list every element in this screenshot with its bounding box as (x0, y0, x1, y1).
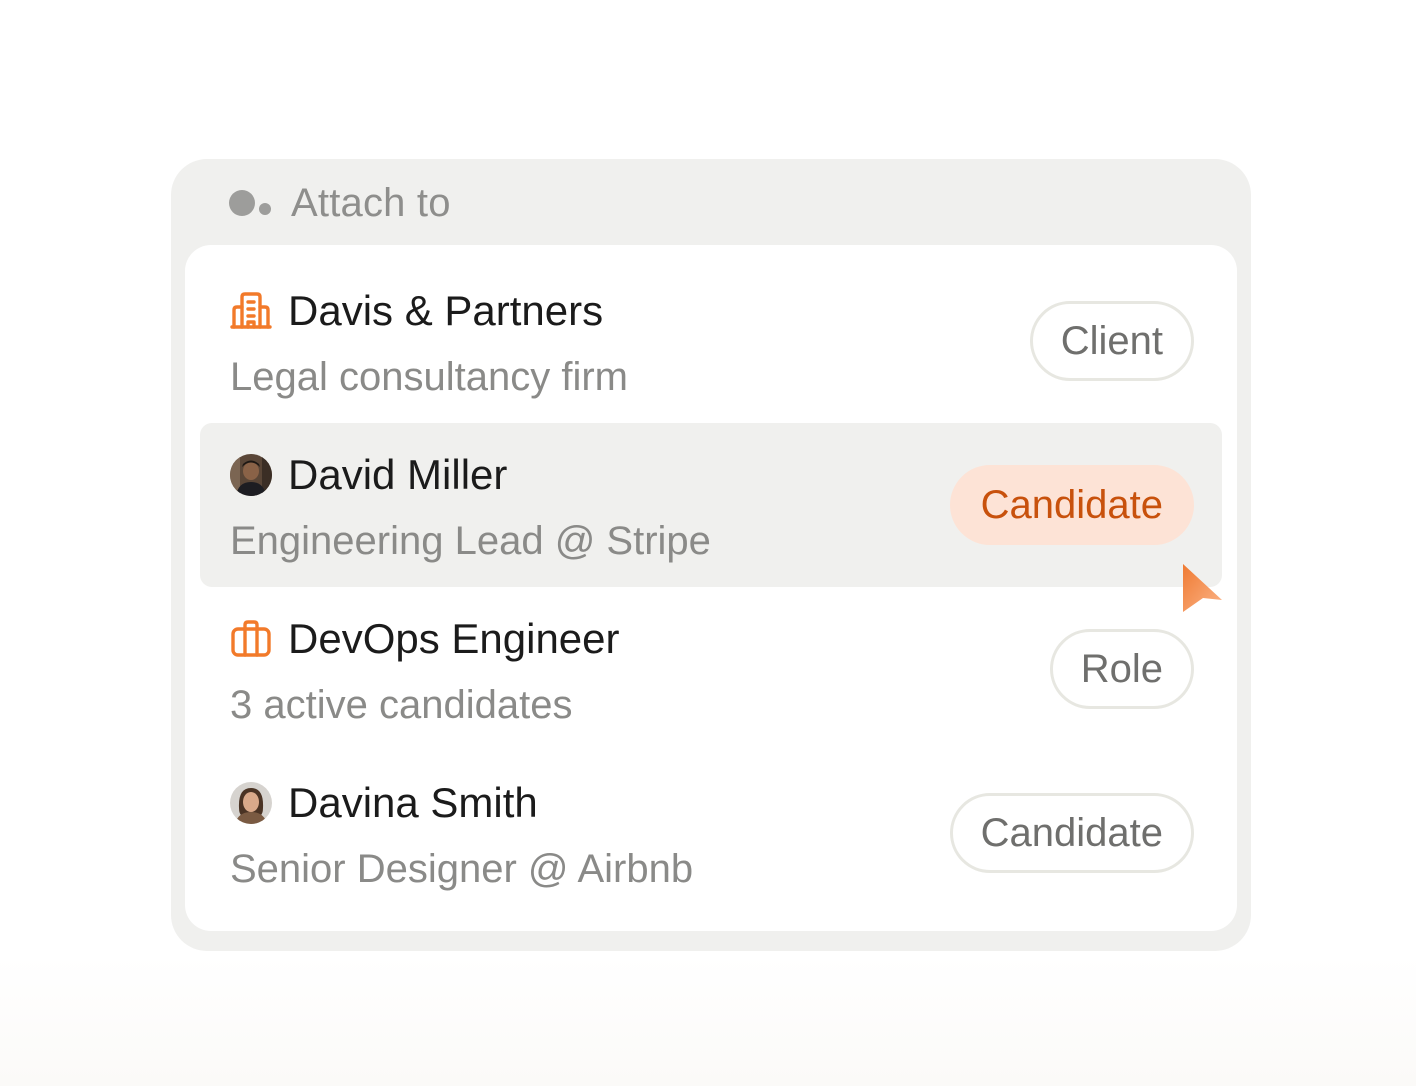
list-item-davina-smith[interactable]: Davina Smith Senior Designer @ Airbnb Ca… (200, 751, 1222, 915)
item-name: Davis & Partners (288, 287, 604, 334)
attach-list: Davis & Partners Legal consultancy firm … (185, 245, 1237, 931)
attach-to-panel: Attach to Davis & Partners Legal consult… (171, 159, 1251, 951)
panel-header: Attach to (229, 181, 451, 225)
list-item-david-miller[interactable]: David Miller Engineering Lead @ Stripe C… (200, 423, 1222, 587)
item-name: DevOps Engineer (288, 615, 620, 662)
item-subtitle: 3 active candidates (230, 683, 573, 727)
item-subtitle: Legal consultancy firm (230, 355, 628, 399)
dots-icon (229, 181, 273, 225)
item-subtitle: Senior Designer @ Airbnb (230, 847, 694, 891)
item-subtitle: Engineering Lead @ Stripe (230, 519, 711, 563)
building-icon (230, 290, 272, 332)
list-item-davis-partners[interactable]: Davis & Partners Legal consultancy firm … (200, 259, 1222, 423)
role-badge[interactable]: Role (1049, 629, 1194, 709)
briefcase-icon (230, 618, 272, 660)
candidate-badge[interactable]: Candidate (949, 465, 1194, 545)
cursor-pointer-icon (1181, 562, 1225, 619)
avatar (230, 454, 272, 496)
item-name: Davina Smith (288, 779, 538, 826)
client-badge[interactable]: Client (1029, 301, 1194, 381)
panel-title: Attach to (291, 180, 451, 225)
candidate-badge[interactable]: Candidate (949, 793, 1194, 873)
list-item-devops-engineer[interactable]: DevOps Engineer 3 active candidates Role (200, 587, 1222, 751)
avatar (230, 782, 272, 824)
item-name: David Miller (288, 451, 508, 498)
